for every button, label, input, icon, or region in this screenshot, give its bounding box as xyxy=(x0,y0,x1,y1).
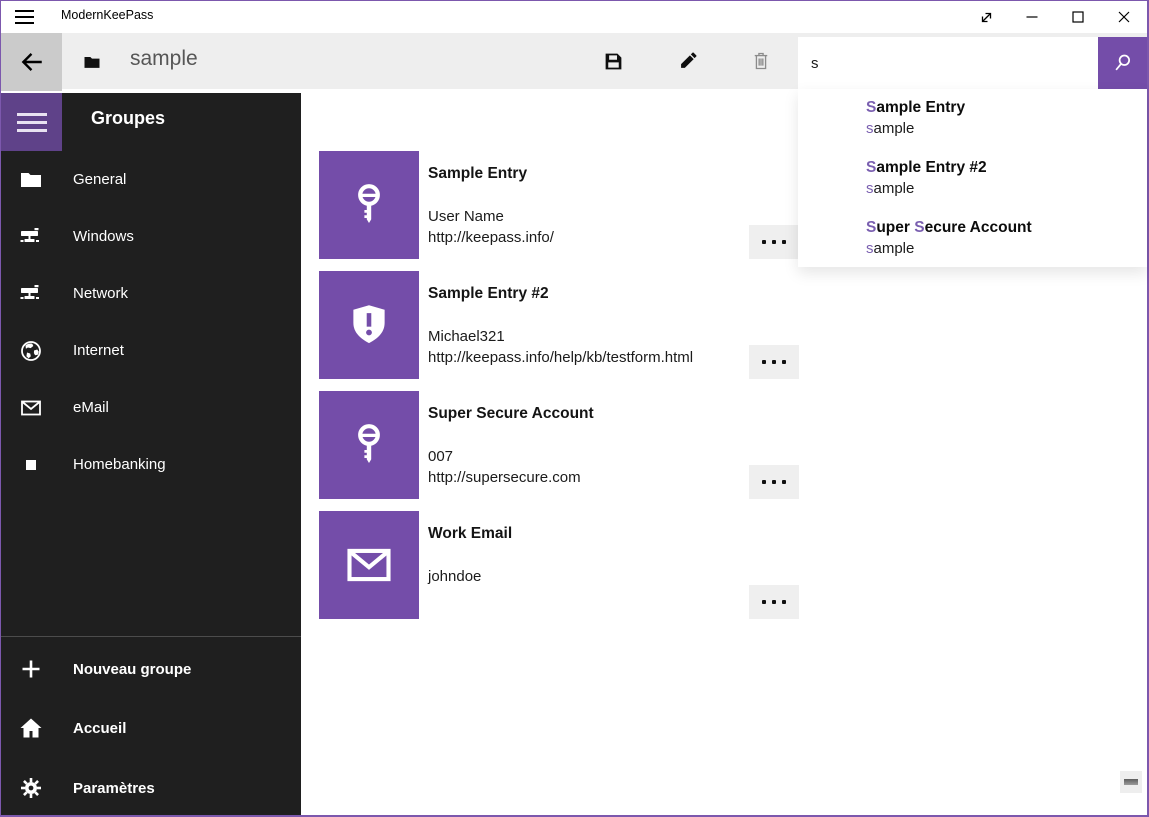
save-button[interactable] xyxy=(589,33,637,89)
folder-icon xyxy=(19,168,43,192)
save-icon xyxy=(603,51,624,72)
sidebar-item-email[interactable]: eMail xyxy=(1,379,301,436)
entry-details: Michael321 http://keepass.info/help/kb/t… xyxy=(428,326,693,368)
mail-icon xyxy=(319,511,419,619)
network-icon xyxy=(19,225,43,249)
sidebar: Groupes General Windows xyxy=(1,93,301,815)
titlebar-hamburger-icon[interactable] xyxy=(15,9,35,25)
titlebar: ModernKeePass xyxy=(1,1,1147,33)
delete-button[interactable] xyxy=(737,33,785,89)
appbar: sample xyxy=(1,33,1147,89)
entry-title: Work Email xyxy=(428,525,512,543)
key-icon xyxy=(319,151,419,259)
entry-more-button[interactable] xyxy=(749,585,799,619)
entry-details: 007 http://supersecure.com xyxy=(428,446,581,488)
home-icon xyxy=(19,716,43,740)
entry-more-button[interactable] xyxy=(749,345,799,379)
database-title: sample xyxy=(130,47,198,71)
window-title: ModernKeePass xyxy=(61,8,153,22)
entry-row[interactable]: Sample Entry #2 Michael321 http://keepas… xyxy=(319,271,799,379)
sidebar-divider xyxy=(1,636,301,637)
sidebar-item-homebanking[interactable]: Homebanking xyxy=(1,436,301,493)
close-icon xyxy=(1116,9,1132,25)
back-button[interactable] xyxy=(1,33,62,91)
square-icon xyxy=(19,453,43,477)
commandbar-more-button[interactable] xyxy=(1120,771,1142,793)
groups-header: Groupes xyxy=(91,108,165,129)
minimize-icon xyxy=(1024,9,1040,25)
sidebar-item-general[interactable]: General xyxy=(1,151,301,208)
suggestion-item[interactable]: Sample Entry #2 sample xyxy=(798,159,1147,215)
entry-details: johndoe xyxy=(428,566,481,587)
close-button[interactable] xyxy=(1101,1,1147,33)
key-icon xyxy=(319,391,419,499)
shield-alert-icon xyxy=(319,271,419,379)
entry-row[interactable]: Sample Entry User Name http://keepass.in… xyxy=(319,151,799,259)
settings-button[interactable]: Paramètres xyxy=(1,759,301,817)
app-window: ModernKeePass xyxy=(0,0,1149,817)
sidebar-item-network[interactable]: Network xyxy=(1,265,301,322)
suggestion-item[interactable]: Sample Entry sample xyxy=(798,99,1147,155)
entry-more-button[interactable] xyxy=(749,225,799,259)
plus-icon xyxy=(19,657,43,681)
commandbar-more-icon xyxy=(1124,779,1138,785)
entry-title: Sample Entry #2 xyxy=(428,285,549,303)
gear-icon xyxy=(19,776,43,800)
new-group-button[interactable]: Nouveau groupe xyxy=(1,640,301,698)
entry-row[interactable]: Work Email johndoe xyxy=(319,511,799,619)
maximize-icon xyxy=(1070,9,1086,25)
back-arrow-icon xyxy=(19,49,45,75)
window-controls xyxy=(963,1,1147,33)
globe-icon xyxy=(19,339,43,363)
minimize-button[interactable] xyxy=(1009,1,1055,33)
delete-icon xyxy=(751,51,771,71)
edit-icon xyxy=(678,51,698,71)
search-icon xyxy=(1112,52,1134,74)
entry-details: User Name http://keepass.info/ xyxy=(428,206,554,248)
mail-icon xyxy=(19,396,43,420)
sidebar-item-windows[interactable]: Windows xyxy=(1,208,301,265)
fullscreen-button[interactable] xyxy=(963,1,1009,33)
search-suggestions: Sample Entry sample Sample Entry #2 samp… xyxy=(798,89,1147,267)
sidebar-item-internet[interactable]: Internet xyxy=(1,322,301,379)
entry-title: Sample Entry xyxy=(428,165,527,183)
maximize-button[interactable] xyxy=(1055,1,1101,33)
suggestion-item[interactable]: Super Secure Account sample xyxy=(798,219,1147,275)
entry-title: Super Secure Account xyxy=(428,405,594,423)
nav-hamburger-button[interactable] xyxy=(1,93,62,151)
search-box xyxy=(798,37,1098,89)
search-input[interactable] xyxy=(798,37,1098,89)
fullscreen-icon xyxy=(978,9,995,26)
network-icon xyxy=(19,282,43,306)
edit-button[interactable] xyxy=(664,33,712,89)
entry-row[interactable]: Super Secure Account 007 http://supersec… xyxy=(319,391,799,499)
entry-more-button[interactable] xyxy=(749,465,799,499)
group-list: General Windows xyxy=(1,151,301,493)
home-button[interactable]: Accueil xyxy=(1,699,301,757)
search-button[interactable] xyxy=(1098,37,1147,89)
database-icon xyxy=(82,52,102,72)
